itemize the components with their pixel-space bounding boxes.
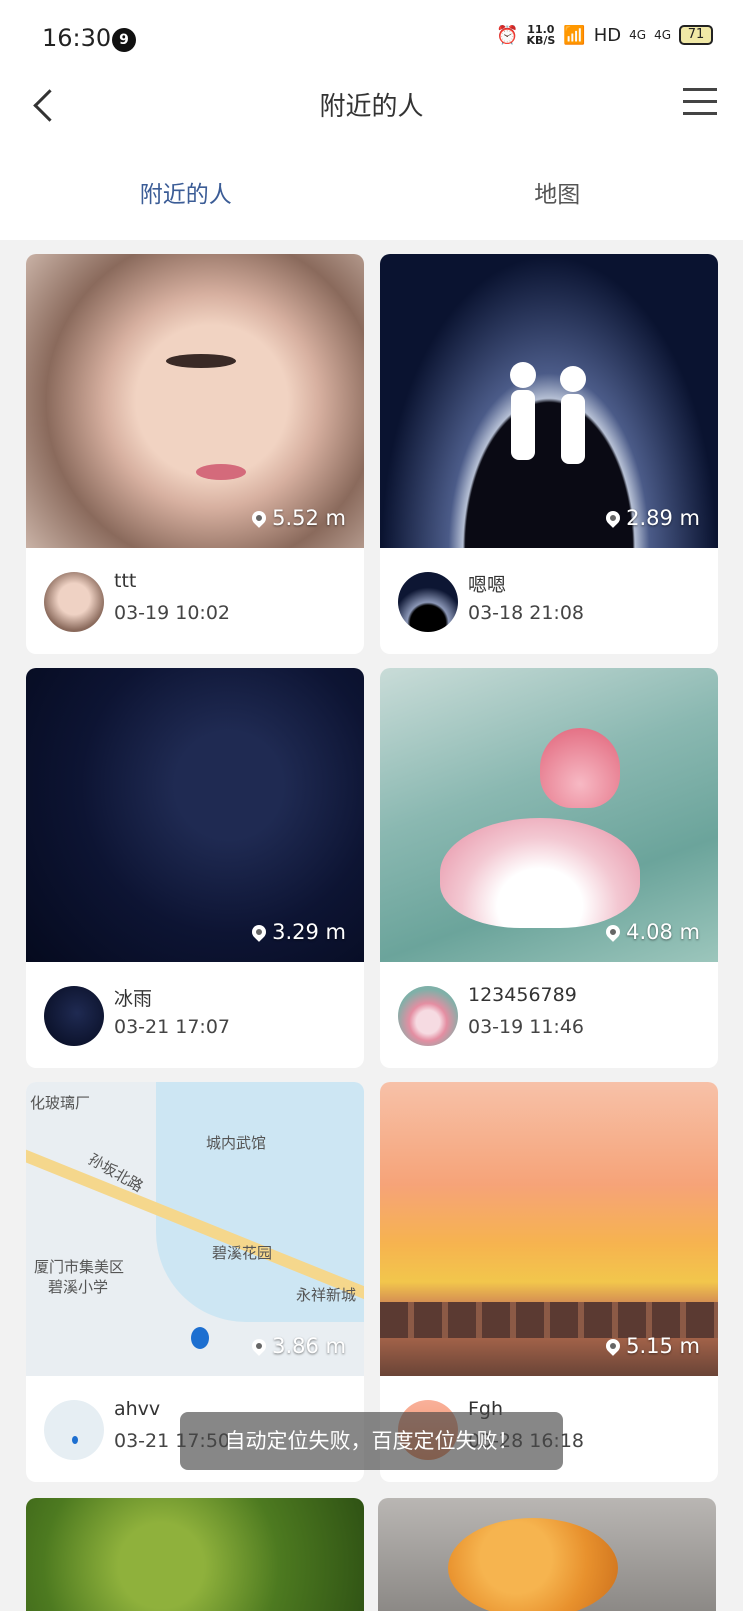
location-pin-icon <box>249 922 270 942</box>
person-info: 冰雨 03-21 17:07 <box>26 962 364 1068</box>
tab-nearby-people[interactable]: 附近的人 <box>0 160 372 240</box>
distance-label: 5.15 m <box>603 1334 700 1358</box>
person-info: 123456789 03-19 11:46 <box>380 962 718 1068</box>
status-icons: ⏰ 11.0 KB/S 📶 HD 4G 4G 71 <box>496 24 713 46</box>
person-info: 嗯嗯 03-18 21:08 <box>380 548 718 654</box>
location-pin-icon <box>249 1336 270 1356</box>
distance-label: 3.86 m <box>249 1334 346 1358</box>
person-time: 03-21 17:07 <box>114 1016 231 1038</box>
tab-bar: 附近的人 地图 <box>0 160 743 240</box>
menu-icon[interactable] <box>683 86 717 116</box>
person-card[interactable]: 4.08 m 123456789 03-19 11:46 <box>380 668 718 1068</box>
person-card[interactable]: 2.89 m 嗯嗯 03-18 21:08 <box>380 254 718 654</box>
person-photo: 3.29 m <box>26 668 364 962</box>
avatar <box>44 1400 104 1460</box>
person-card-partial[interactable] <box>378 1498 716 1611</box>
map-label: 永祥新城 <box>296 1286 357 1304</box>
person-name: ttt <box>114 570 137 592</box>
person-photo: 4.08 m <box>380 668 718 962</box>
distance-label: 4.08 m <box>603 920 700 944</box>
person-photo-map: 城内武馆 碧溪花园 厦门市集美区 碧溪小学 永祥新城 孙坂北路 化玻璃厂 3.8… <box>26 1082 364 1376</box>
person-card[interactable]: 3.29 m 冰雨 03-21 17:07 <box>26 668 364 1068</box>
person-info: ttt 03-19 10:02 <box>26 548 364 654</box>
person-card-partial[interactable] <box>26 1498 364 1611</box>
person-name: 冰雨 <box>114 988 153 1010</box>
toast-message: 自动定位失败，百度定位失败！ <box>180 1412 563 1470</box>
location-pin-icon <box>603 922 624 942</box>
person-time: 03-19 10:02 <box>114 602 231 624</box>
person-name: 嗯嗯 <box>468 574 507 596</box>
tab-map[interactable]: 地图 <box>372 160 743 240</box>
map-label: 厦门市集美区 <box>34 1258 125 1276</box>
net-speed: 11.0 KB/S <box>526 23 556 47</box>
page-title: 附近的人 <box>319 92 424 122</box>
avatar <box>44 572 104 632</box>
person-time: 03-19 11:46 <box>468 1016 585 1038</box>
location-pin-icon <box>603 508 624 528</box>
notification-count-badge: 9 <box>112 28 136 52</box>
wifi-icon: 📶 <box>563 24 586 46</box>
hd-label: HD <box>593 24 622 46</box>
distance-label: 2.89 m <box>603 506 700 530</box>
person-name: ahvv <box>114 1398 161 1420</box>
person-time: 03-18 21:08 <box>468 602 585 624</box>
alarm-icon: ⏰ <box>496 24 519 46</box>
person-photo: 5.52 m <box>26 254 364 548</box>
map-label: 化玻璃厂 <box>30 1094 91 1112</box>
map-label: 碧溪花园 <box>212 1244 273 1262</box>
location-marker-icon <box>191 1327 209 1349</box>
sim1-signal: 4G <box>629 28 647 42</box>
avatar <box>44 986 104 1046</box>
location-pin-icon <box>603 1336 624 1356</box>
avatar <box>398 986 458 1046</box>
people-grid: 5.52 m ttt 03-19 10:02 2.89 m 嗯嗯 03-18 2… <box>26 254 718 1482</box>
sim2-signal: 4G <box>654 28 671 42</box>
location-pin-icon <box>249 508 270 528</box>
distance-label: 3.29 m <box>249 920 346 944</box>
distance-label: 5.52 m <box>249 506 346 530</box>
person-card[interactable]: 5.52 m ttt 03-19 10:02 <box>26 254 364 654</box>
map-label: 城内武馆 <box>206 1134 267 1152</box>
map-label: 碧溪小学 <box>48 1278 109 1296</box>
status-bar: 16:30 9 ⏰ 11.0 KB/S 📶 HD 4G 4G 71 <box>0 0 743 80</box>
person-photo: 5.15 m <box>380 1082 718 1376</box>
battery-icon: 71 <box>679 25 713 45</box>
status-time: 16:30 <box>42 24 112 52</box>
avatar <box>398 572 458 632</box>
person-photo: 2.89 m <box>380 254 718 548</box>
person-name: 123456789 <box>468 984 577 1006</box>
